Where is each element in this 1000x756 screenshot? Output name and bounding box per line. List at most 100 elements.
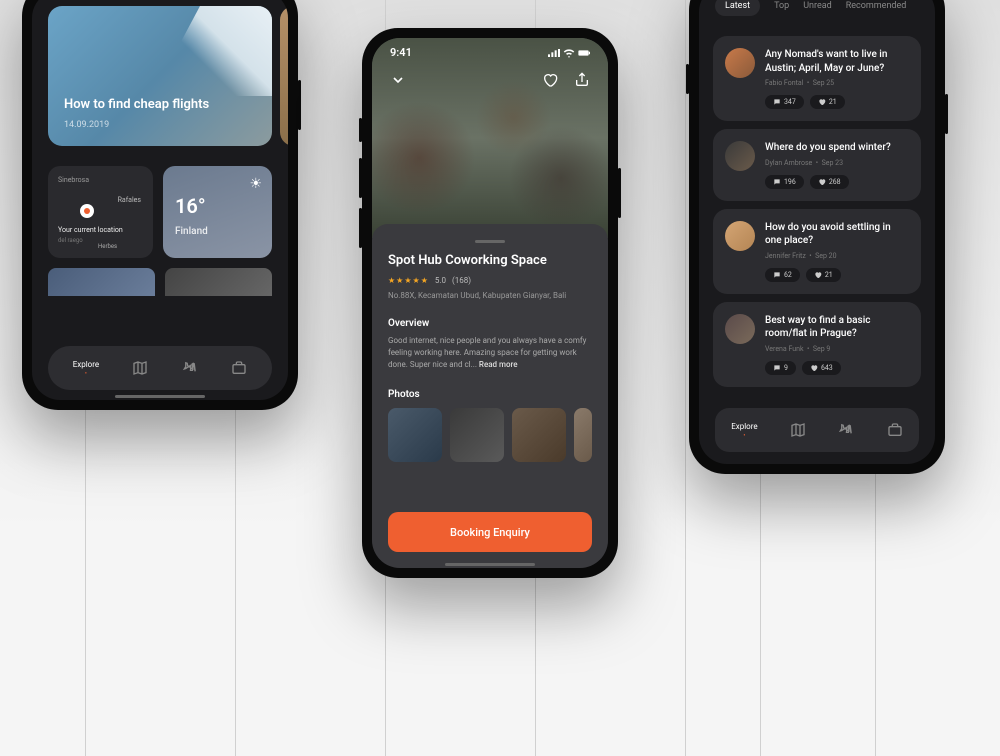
avatar[interactable] bbox=[725, 48, 755, 78]
plane-icon bbox=[182, 360, 198, 376]
read-more-link[interactable]: Read more bbox=[479, 360, 518, 369]
phone-detail-screen: 9:41 bbox=[372, 38, 608, 568]
rating-count: (168) bbox=[452, 276, 471, 285]
map-label: Sinebrosa bbox=[58, 176, 143, 184]
likes-chip[interactable]: 21 bbox=[810, 95, 845, 109]
heart-icon bbox=[542, 72, 558, 88]
avatar[interactable] bbox=[725, 314, 755, 344]
heart-icon bbox=[818, 178, 826, 186]
photo-thumb[interactable] bbox=[512, 408, 566, 462]
gallery-thumb[interactable] bbox=[165, 268, 272, 296]
phone-forum: Latest Top Unread Recommended Any Nomad'… bbox=[689, 0, 945, 474]
home-indicator[interactable] bbox=[115, 395, 205, 398]
address: No.88X, Kecamatan Ubud, Kabupaten Gianya… bbox=[388, 291, 592, 300]
photos-label: Photos bbox=[388, 389, 592, 400]
forum-tabs: Latest Top Unread Recommended bbox=[699, 0, 935, 28]
post-card[interactable]: Any Nomad's want to live in Austin; Apri… bbox=[713, 36, 921, 121]
comments-chip[interactable]: 196 bbox=[765, 175, 804, 189]
comments-chip[interactable]: 62 bbox=[765, 268, 800, 282]
avatar[interactable] bbox=[725, 141, 755, 171]
likes-chip[interactable]: 21 bbox=[806, 268, 841, 282]
home-indicator[interactable] bbox=[445, 563, 535, 566]
featured-article-card[interactable]: How to find cheap flights 14.09.2019 bbox=[48, 6, 272, 146]
status-bar: 9:41 bbox=[372, 46, 608, 59]
rating-row: ★★★★★ 5.0 (168) bbox=[388, 276, 592, 285]
location-label: Your current location bbox=[58, 226, 123, 234]
tab-recommended[interactable]: Recommended bbox=[846, 1, 907, 11]
comment-icon bbox=[773, 98, 781, 106]
likes-chip[interactable]: 268 bbox=[810, 175, 849, 189]
sun-icon: ☀ bbox=[249, 176, 262, 192]
gallery-thumb[interactable] bbox=[48, 268, 155, 296]
plane-icon bbox=[838, 422, 854, 438]
airplane-wing-image bbox=[152, 6, 272, 96]
photo-thumb[interactable] bbox=[388, 408, 442, 462]
map-icon bbox=[132, 360, 148, 376]
post-title: Where do you spend winter? bbox=[765, 141, 909, 155]
tab-latest[interactable]: Latest bbox=[715, 0, 760, 16]
booking-enquiry-button[interactable]: Booking Enquiry bbox=[388, 512, 592, 552]
post-card[interactable]: How do you avoid settling in one place? … bbox=[713, 209, 921, 294]
featured-next-peek[interactable] bbox=[280, 6, 288, 146]
post-card[interactable]: Where do you spend winter? Dylan Ambrose… bbox=[713, 129, 921, 201]
heart-icon bbox=[818, 98, 826, 106]
map-label: del raego bbox=[58, 237, 83, 244]
weather-widget[interactable]: ☀ 16° Finland bbox=[163, 166, 272, 258]
photo-thumb[interactable] bbox=[450, 408, 504, 462]
briefcase-icon bbox=[887, 422, 903, 438]
comment-icon bbox=[773, 271, 781, 279]
detail-sheet: Spot Hub Coworking Space ★★★★★ 5.0 (168)… bbox=[372, 224, 608, 568]
overview-label: Overview bbox=[388, 318, 592, 329]
post-meta: Jennifer Fritz • Sep 20 bbox=[765, 252, 909, 260]
photo-thumb[interactable] bbox=[574, 408, 592, 462]
signal-icon bbox=[548, 48, 560, 58]
tab-unread[interactable]: Unread bbox=[803, 1, 832, 11]
featured-date: 14.09.2019 bbox=[64, 120, 256, 130]
phone-detail: 9:41 bbox=[362, 28, 618, 578]
phone-forum-screen: Latest Top Unread Recommended Any Nomad'… bbox=[699, 0, 935, 464]
favorite-button[interactable] bbox=[542, 72, 558, 88]
nav-explore[interactable]: Explore • bbox=[731, 422, 757, 439]
phone-explore-screen: How to find cheap flights 14.09.2019 Sin… bbox=[32, 0, 288, 400]
nav-map[interactable] bbox=[790, 422, 806, 438]
post-title: Any Nomad's want to live in Austin; Apri… bbox=[765, 48, 909, 75]
temperature: 16° bbox=[175, 194, 260, 218]
comment-icon bbox=[773, 178, 781, 186]
featured-title: How to find cheap flights bbox=[64, 97, 256, 112]
hero-image: 9:41 bbox=[372, 38, 608, 238]
share-icon bbox=[574, 72, 590, 88]
back-button[interactable] bbox=[390, 72, 406, 88]
post-card[interactable]: Best way to find a basic room/flat in Pr… bbox=[713, 302, 921, 387]
overview-text: Good internet, nice people and you alway… bbox=[388, 335, 592, 371]
share-button[interactable] bbox=[574, 72, 590, 88]
comments-chip[interactable]: 9 bbox=[765, 361, 796, 375]
briefcase-icon bbox=[231, 360, 247, 376]
tab-top[interactable]: Top bbox=[774, 1, 789, 11]
drag-handle[interactable] bbox=[475, 240, 505, 243]
nav-work[interactable] bbox=[887, 422, 903, 438]
nav-label: Explore bbox=[73, 360, 99, 369]
avatar[interactable] bbox=[725, 221, 755, 251]
nav-work[interactable] bbox=[231, 360, 247, 376]
post-meta: Fabio Fontal • Sep 25 bbox=[765, 79, 909, 87]
post-meta: Verena Funk • Sep 9 bbox=[765, 345, 909, 353]
battery-icon bbox=[578, 48, 590, 58]
comments-chip[interactable]: 347 bbox=[765, 95, 804, 109]
heart-icon bbox=[810, 364, 818, 372]
map-icon bbox=[790, 422, 806, 438]
likes-chip[interactable]: 643 bbox=[802, 361, 841, 375]
stars-icon: ★★★★★ bbox=[388, 276, 429, 285]
nav-flights[interactable] bbox=[838, 422, 854, 438]
post-title: Best way to find a basic room/flat in Pr… bbox=[765, 314, 909, 341]
weather-location: Finland bbox=[175, 226, 260, 237]
post-meta: Dylan Ambrose • Sep 23 bbox=[765, 159, 909, 167]
nav-flights[interactable] bbox=[182, 360, 198, 376]
map-label: Rafales bbox=[118, 196, 141, 204]
nav-explore[interactable]: Explore • bbox=[73, 360, 99, 377]
location-pin-icon bbox=[80, 204, 94, 218]
nav-label: Explore bbox=[731, 422, 757, 431]
nav-map[interactable] bbox=[132, 360, 148, 376]
location-widget[interactable]: Sinebrosa Rafales Your current location … bbox=[48, 166, 153, 258]
map-label: Herbes bbox=[98, 243, 117, 250]
post-title: How do you avoid settling in one place? bbox=[765, 221, 909, 248]
